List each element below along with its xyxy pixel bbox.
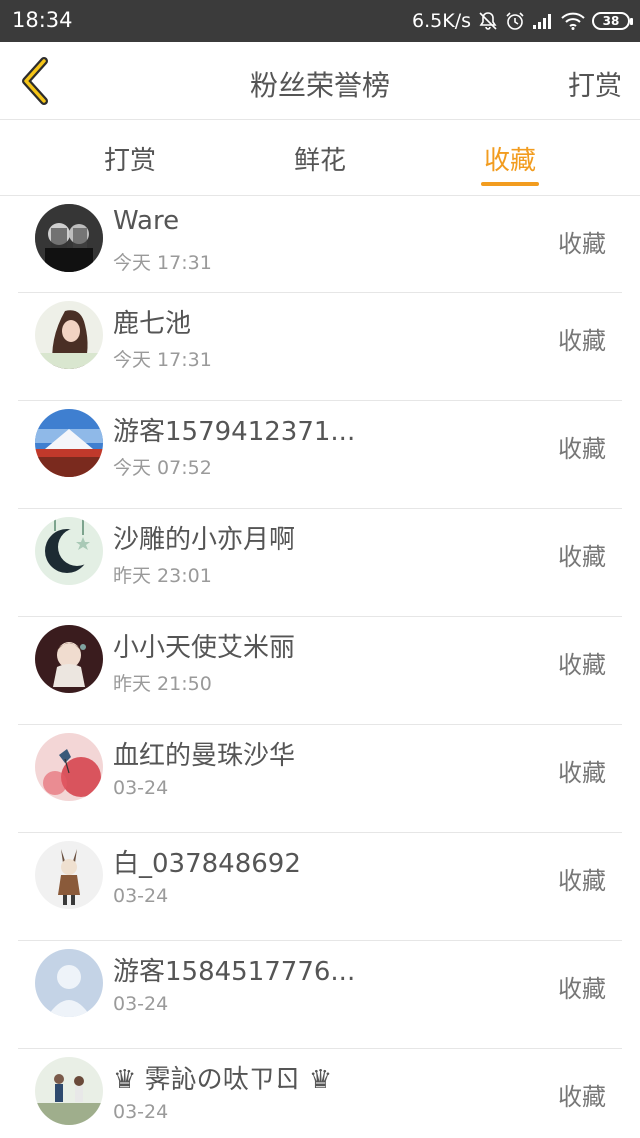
timestamp: 今天 07:52 — [113, 457, 212, 479]
avatar[interactable] — [35, 301, 103, 369]
action-label: 收藏 — [558, 435, 606, 463]
action-label: 收藏 — [558, 867, 606, 895]
action-label: 收藏 — [558, 1083, 606, 1111]
timestamp: 03-24 — [113, 885, 169, 907]
signal-icon — [533, 14, 551, 29]
tab-bar: 打赏 鲜花 收藏 — [0, 120, 640, 196]
page-title: 粉丝荣誉榜 — [249, 69, 390, 102]
tab-reward[interactable]: 打赏 — [90, 140, 170, 177]
list-item[interactable]: ♛ 霁訫の呔ㄗㄖ ♛ 03-24 收藏 — [18, 1049, 622, 1138]
action-label: 收藏 — [558, 230, 606, 258]
avatar[interactable] — [35, 204, 103, 272]
fan-list: Ware 今天 17:31 收藏 鹿七池 今天 17:31 收藏 游客15794… — [0, 196, 640, 1138]
status-icons: 6.5K/s 38 — [412, 8, 633, 34]
action-label: 收藏 — [558, 543, 606, 571]
status-time: 18:34 — [12, 8, 73, 32]
nav-bar: 粉丝荣誉榜 打赏 — [0, 42, 640, 120]
user-name: 鹿七池 — [113, 309, 192, 339]
timestamp: 03-24 — [113, 1101, 169, 1123]
active-tab-indicator — [481, 182, 539, 186]
timestamp: 今天 17:31 — [113, 349, 212, 371]
battery-level: 38 — [602, 14, 620, 28]
avatar[interactable] — [35, 517, 103, 585]
user-name: 沙雕的小亦月啊 — [113, 525, 296, 555]
action-label: 收藏 — [558, 975, 606, 1003]
list-item[interactable]: 血红的曼珠沙华 03-24 收藏 — [18, 725, 622, 833]
mute-bell-icon — [479, 12, 497, 30]
battery-icon: 38 — [592, 12, 633, 30]
action-label: 收藏 — [558, 759, 606, 787]
user-name: Ware — [113, 206, 180, 236]
list-item[interactable]: 小小天使艾米丽 昨天 21:50 收藏 — [18, 617, 622, 725]
action-label: 收藏 — [558, 651, 606, 679]
timestamp: 昨天 23:01 — [113, 565, 212, 587]
network-speed: 6.5K/s — [412, 10, 471, 32]
list-item[interactable]: 沙雕的小亦月啊 昨天 23:01 收藏 — [18, 509, 622, 617]
action-label: 收藏 — [558, 327, 606, 355]
user-name: 游客1579412371... — [113, 417, 356, 447]
timestamp: 今天 17:31 — [113, 252, 212, 274]
status-bar: 18:34 6.5K/s 38 — [0, 0, 640, 42]
avatar[interactable] — [35, 1057, 103, 1125]
user-name: 白_037848692 — [113, 849, 301, 879]
user-name: 小小天使艾米丽 — [113, 633, 296, 663]
avatar[interactable] — [35, 409, 103, 477]
tab-flowers[interactable]: 鲜花 — [280, 140, 360, 177]
avatar[interactable] — [35, 949, 103, 1017]
avatar[interactable] — [35, 625, 103, 693]
user-name: ♛ 霁訫の呔ㄗㄖ ♛ — [113, 1065, 333, 1095]
user-name: 血红的曼珠沙华 — [113, 741, 296, 771]
list-item[interactable]: 游客1584517776... 03-24 收藏 — [18, 941, 622, 1049]
user-name: 游客1584517776... — [113, 957, 356, 987]
list-item[interactable]: 游客1579412371... 今天 07:52 收藏 — [18, 401, 622, 509]
tab-favorites[interactable]: 收藏 — [470, 140, 550, 177]
list-item[interactable]: 鹿七池 今天 17:31 收藏 — [18, 293, 622, 401]
list-item[interactable]: 白_037848692 03-24 收藏 — [18, 833, 622, 941]
avatar[interactable] — [35, 841, 103, 909]
alarm-icon — [506, 12, 524, 30]
timestamp: 03-24 — [113, 993, 169, 1015]
timestamp: 昨天 21:50 — [113, 673, 212, 695]
reward-button[interactable]: 打赏 — [568, 64, 622, 103]
avatar[interactable] — [35, 733, 103, 801]
wifi-icon — [561, 12, 585, 30]
list-item[interactable]: Ware 今天 17:31 收藏 — [18, 196, 622, 293]
timestamp: 03-24 — [113, 777, 169, 799]
